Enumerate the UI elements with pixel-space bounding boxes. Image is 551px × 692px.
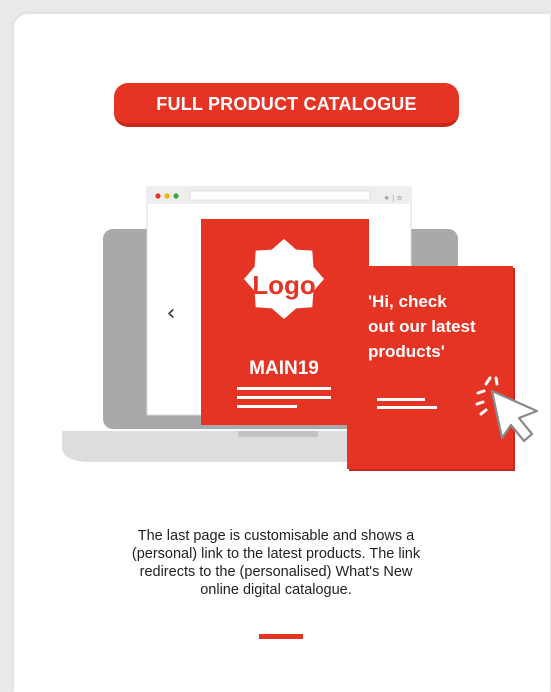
cover-text-line [237, 405, 297, 408]
message-line: out our latest [368, 317, 476, 336]
browser-dot-red [155, 193, 161, 199]
caption-line: online digital catalogue. [200, 582, 352, 598]
caption-line: The last page is customisable and shows … [137, 528, 415, 544]
browser-toolbar-icons: ★ | ≡ [384, 194, 403, 202]
caption: The last page is customisable and shows … [60, 527, 492, 599]
caption-line: redirects to the (personalised) What's N… [139, 564, 413, 580]
cover-text-line [237, 387, 331, 390]
browser-dot-green [173, 193, 179, 199]
message-line: 'Hi, check [368, 292, 447, 311]
browser-dot-yellow [164, 193, 170, 199]
caption-line: (personal) link to the latest products. … [131, 546, 421, 562]
browser-address-bar [189, 190, 371, 201]
laptop-base-notch [238, 431, 318, 437]
cover-text-line [237, 396, 331, 399]
message-line: products' [368, 342, 445, 361]
chevron-left-icon: ‹ [167, 301, 176, 326]
message-text-line [377, 406, 437, 409]
accent-divider [259, 634, 303, 639]
cover-code-text: MAIN19 [249, 358, 319, 379]
cover-logo-text: Logo [252, 270, 316, 300]
message-text-line [377, 398, 425, 401]
